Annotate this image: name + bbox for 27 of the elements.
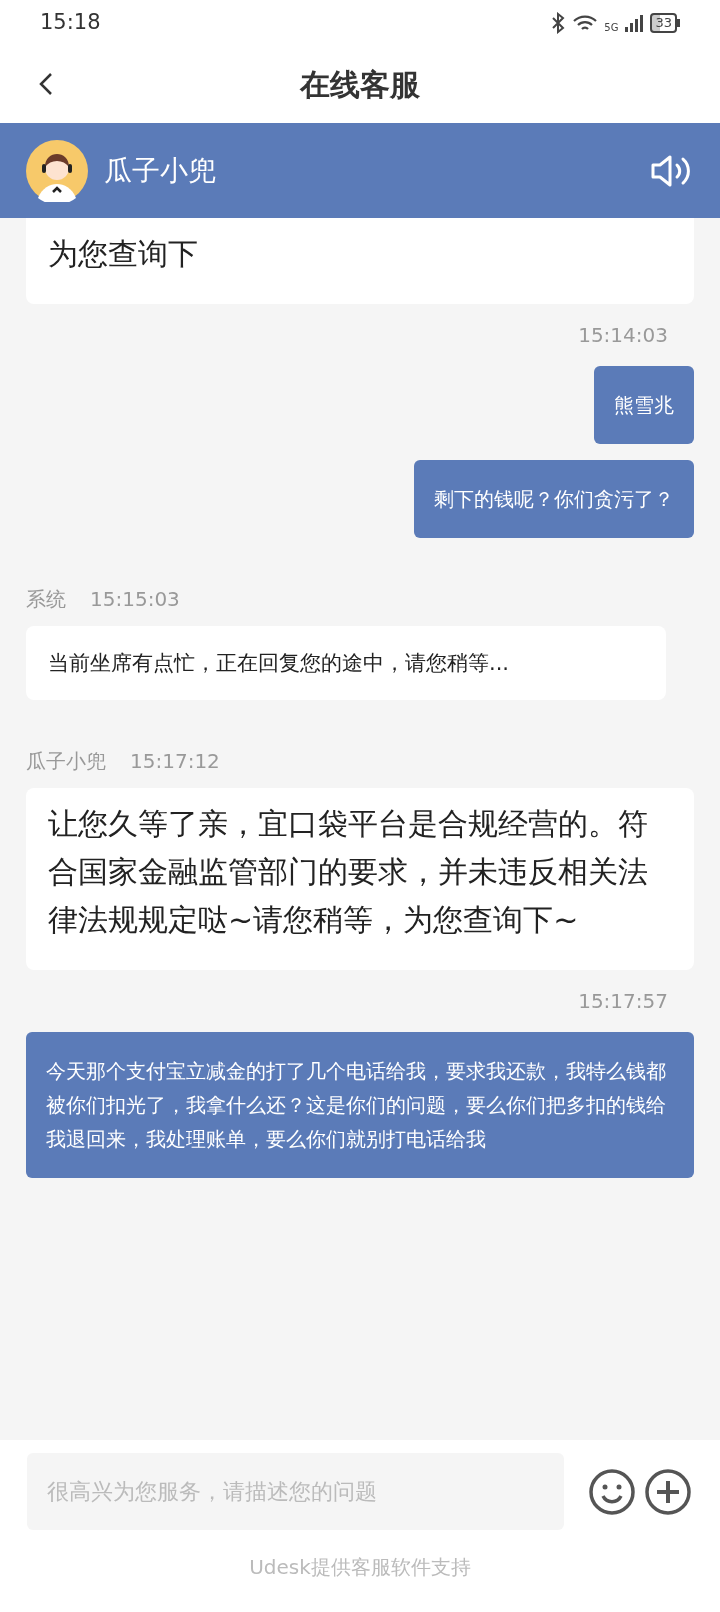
agent-message-card: 为您查询下: [26, 218, 694, 304]
sender-name: 瓜子小兜: [26, 748, 106, 775]
message-input[interactable]: 很高兴为您服务，请描述您的问题: [27, 1453, 564, 1530]
smiley-icon: [588, 1467, 636, 1516]
user-message-bubble: 今天那个支付宝立减金的打了几个电话给我，要求我还款，我特么钱都被你们扣光了，我拿什么还？这是你们的问题，要么你们把多扣的钱给我退回来，我处理账单，要么你们就别打电话给我: [26, 1032, 694, 1178]
agent-avatar: [26, 139, 88, 202]
network-label: 5G: [604, 20, 619, 35]
sender-name: 系统: [26, 586, 66, 613]
emoji-button[interactable]: [588, 1467, 636, 1516]
signal-icon: [624, 13, 645, 33]
agent-message-card: 让您久等了亲，宜口袋平台是合规经营的。符合国家金融监管部门的要求，并未违反相关法律法规规定哒~请您稍等，为您查询下~: [26, 788, 694, 970]
user-message-bubble: 熊雪兆: [594, 366, 694, 444]
footer-credit: Udesk提供客服软件支持: [249, 1554, 471, 1581]
agent-name: 瓜子小兜: [104, 152, 216, 189]
message-time: 15:14:03: [578, 322, 668, 349]
user-message-bubble: 剩下的钱呢？你们贪污了？: [414, 460, 694, 538]
bluetooth-icon: [550, 12, 567, 34]
add-button[interactable]: [644, 1467, 692, 1516]
page-title: 在线客服: [300, 66, 420, 104]
plus-icon: [644, 1467, 692, 1516]
message-time: 15:17:57: [578, 988, 668, 1015]
message-time: 15:15:03: [90, 586, 180, 613]
message-time: 15:17:12: [130, 748, 220, 775]
back-icon: [39, 72, 53, 96]
battery-indicator: 33: [650, 13, 680, 33]
status-time: 15:18: [40, 9, 101, 37]
agent-message-card: 当前坐席有点忙，正在回复您的途中，请您稍等...: [26, 626, 666, 700]
